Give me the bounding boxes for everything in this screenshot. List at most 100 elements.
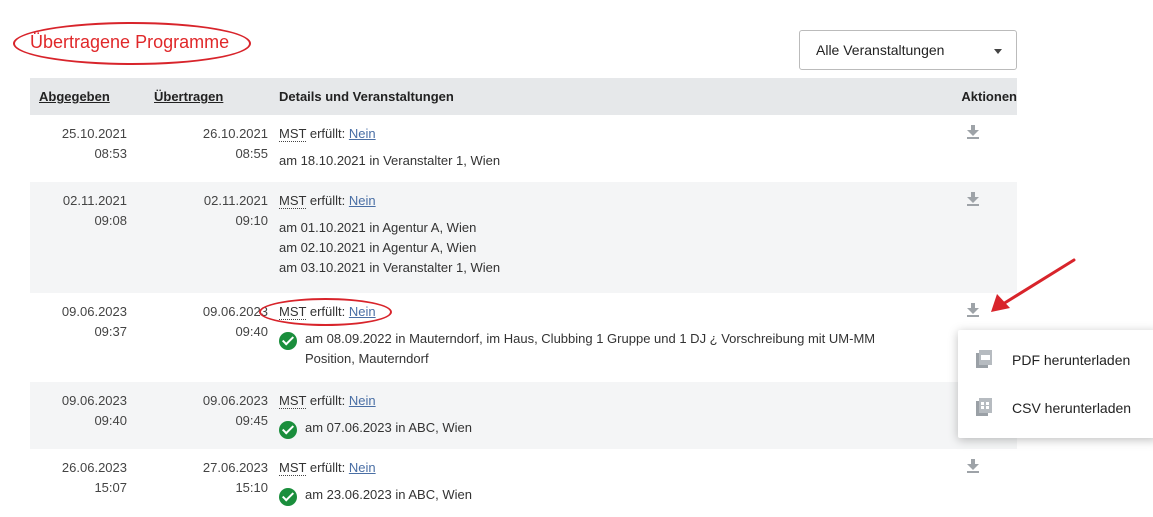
event-text: am 02.10.2021 in Agentur A, Wien	[279, 240, 477, 255]
uebertragen-date: 26.10.2021	[202, 126, 268, 141]
column-header-aktionen: Aktionen	[927, 78, 1017, 115]
mst-value-link[interactable]: Nein	[349, 193, 376, 208]
event-text: am 07.06.2023 in ABC, Wien	[305, 420, 472, 435]
actions-cell	[927, 449, 1017, 512]
event-list: am 23.06.2023 in ABC, Wien	[279, 485, 927, 506]
uebertragen-date: 27.06.2023	[202, 460, 268, 475]
check-circle-icon	[279, 332, 297, 350]
uebertragen-cell: 27.06.2023 15:10	[154, 449, 270, 512]
event-list: am 08.09.2022 in Mauterndorf, im Haus, C…	[279, 329, 927, 369]
abgegeben-cell: 02.11.2021 09:08	[30, 182, 154, 293]
mst-value-link[interactable]: Nein	[349, 393, 376, 408]
download-pdf-item[interactable]: PDF herunterladen	[958, 336, 1153, 384]
table-row: 09.06.2023 09:37 09.06.2023 09:40 MST erfüll…	[30, 293, 1017, 382]
mst-status: MST erfüllt: Nein	[279, 391, 927, 411]
uebertragen-cell: 09.06.2023 09:40	[154, 293, 270, 382]
pdf-file-icon	[976, 350, 992, 368]
annotation-arrow	[991, 258, 1076, 312]
column-header-uebertragen[interactable]: Übertragen	[154, 78, 270, 115]
event-item: am 02.10.2021 in Agentur A, Wien	[279, 238, 927, 258]
abgegeben-cell: 25.10.2021 08:53	[30, 115, 154, 182]
event-text: am 03.10.2021 in Veranstalter 1, Wien	[279, 260, 501, 275]
download-menu: PDF herunterladen CSV herunterladen	[958, 330, 1153, 438]
event-text: am 18.10.2021 in Veranstalter 1, Wien	[279, 153, 501, 168]
abgegeben-date: 25.10.2021	[61, 126, 127, 141]
abgegeben-cell: 09.06.2023 09:37	[30, 293, 154, 382]
mst-abbreviation: MST	[279, 126, 307, 142]
event-text: am 01.10.2021 in Agentur A, Wien	[279, 220, 477, 235]
actions-cell	[927, 115, 1017, 182]
mst-status: MST erfüllt: Nein	[279, 124, 927, 144]
abgegeben-time: 09:37	[94, 324, 127, 339]
table-row: 25.10.2021 08:53 26.10.2021 08:55 MST erfüll…	[30, 115, 1017, 182]
event-item: am 08.09.2022 in Mauterndorf, im Haus, C…	[279, 329, 927, 369]
event-list: am 07.06.2023 in ABC, Wien	[279, 418, 927, 439]
abgegeben-date: 09.06.2023	[61, 304, 127, 319]
table-row: 26.06.2023 15:07 27.06.2023 15:10 MST erfüll…	[30, 449, 1017, 512]
download-icon[interactable]	[967, 459, 979, 473]
abgegeben-time: 09:40	[94, 413, 127, 428]
details-cell: MST erfüllt: Nein am 01.10.2021 in Agentu…	[270, 182, 927, 293]
download-icon[interactable]	[967, 303, 979, 317]
download-csv-item[interactable]: CSV herunterladen	[958, 384, 1153, 432]
table-header-row: Abgegeben Übertragen Details und Veranst…	[30, 78, 1017, 115]
abgegeben-cell: 09.06.2023 09:40	[30, 382, 154, 449]
mst-value-link[interactable]: Nein	[349, 126, 376, 141]
uebertragen-date: 02.11.2021	[203, 193, 268, 208]
uebertragen-time: 09:10	[235, 213, 268, 228]
details-cell: MST erfüllt: Nein am 23.06.2023 in ABC, W…	[270, 449, 927, 512]
mst-highlight-ellipse	[259, 298, 392, 326]
column-header-abgegeben-label[interactable]: Abgegeben	[39, 89, 110, 104]
uebertragen-time: 09:45	[235, 413, 268, 428]
abgegeben-time: 15:07	[94, 480, 127, 495]
event-item: am 01.10.2021 in Agentur A, Wien	[279, 218, 927, 238]
mst-value-link[interactable]: Nein	[349, 460, 376, 475]
mst-label: erfüllt:	[309, 393, 346, 408]
column-header-abgegeben[interactable]: Abgegeben	[30, 78, 154, 115]
event-text: am 08.09.2022 in Mauterndorf, im Haus, C…	[305, 331, 876, 366]
uebertragen-time: 15:10	[235, 480, 268, 495]
check-circle-icon	[279, 488, 297, 506]
abgegeben-date: 02.11.2021	[62, 193, 127, 208]
event-list: am 01.10.2021 in Agentur A, Wien am 02.10…	[279, 218, 927, 278]
abgegeben-cell: 26.06.2023 15:07	[30, 449, 154, 512]
download-csv-label: CSV herunterladen	[1012, 400, 1132, 416]
event-item: am 23.06.2023 in ABC, Wien	[279, 485, 927, 506]
event-text: am 23.06.2023 in ABC, Wien	[305, 487, 472, 502]
table-row: 02.11.2021 09:08 02.11.2021 09:10 MST erfüll…	[30, 182, 1017, 293]
mst-status: MST erfüllt: Nein	[279, 191, 927, 211]
event-item: am 18.10.2021 in Veranstalter 1, Wien	[279, 151, 927, 171]
table-row: 09.06.2023 09:40 09.06.2023 09:45 MST erfüll…	[30, 382, 1017, 449]
uebertragen-date: 09.06.2023	[202, 393, 268, 408]
event-filter-value: Alle Veranstaltungen	[816, 42, 945, 58]
mst-status: MST erfüllt: Nein	[279, 458, 927, 478]
mst-abbreviation: MST	[279, 460, 307, 476]
mst-label: erfüllt:	[309, 193, 346, 208]
column-header-uebertragen-label[interactable]: Übertragen	[154, 89, 223, 104]
uebertragen-time: 09:40	[235, 324, 268, 339]
title-highlight-ellipse	[13, 22, 251, 65]
mst-abbreviation: MST	[279, 393, 307, 409]
abgegeben-date: 09.06.2023	[61, 393, 127, 408]
abgegeben-time: 08:53	[94, 146, 127, 161]
uebertragen-time: 08:55	[235, 146, 268, 161]
mst-abbreviation: MST	[279, 193, 307, 209]
uebertragen-cell: 09.06.2023 09:45	[154, 382, 270, 449]
mst-label: erfüllt:	[309, 460, 346, 475]
download-pdf-label: PDF herunterladen	[1012, 352, 1131, 368]
programs-table: Abgegeben Übertragen Details und Veranst…	[30, 78, 1017, 512]
event-item: am 03.10.2021 in Veranstalter 1, Wien	[279, 258, 927, 278]
column-header-details: Details und Veranstaltungen	[270, 78, 927, 115]
csv-file-icon	[976, 398, 992, 416]
details-cell: MST erfüllt: Nein am 07.06.2023 in ABC, W…	[270, 382, 927, 449]
event-filter-select[interactable]: Alle Veranstaltungen	[799, 30, 1017, 70]
abgegeben-time: 09:08	[94, 213, 127, 228]
event-list: am 18.10.2021 in Veranstalter 1, Wien	[279, 151, 927, 171]
uebertragen-cell: 02.11.2021 09:10	[154, 182, 270, 293]
event-item: am 07.06.2023 in ABC, Wien	[279, 418, 927, 439]
abgegeben-date: 26.06.2023	[61, 460, 127, 475]
download-icon[interactable]	[967, 192, 979, 206]
download-icon[interactable]	[967, 125, 979, 139]
check-circle-icon	[279, 421, 297, 439]
chevron-down-icon	[994, 49, 1002, 54]
